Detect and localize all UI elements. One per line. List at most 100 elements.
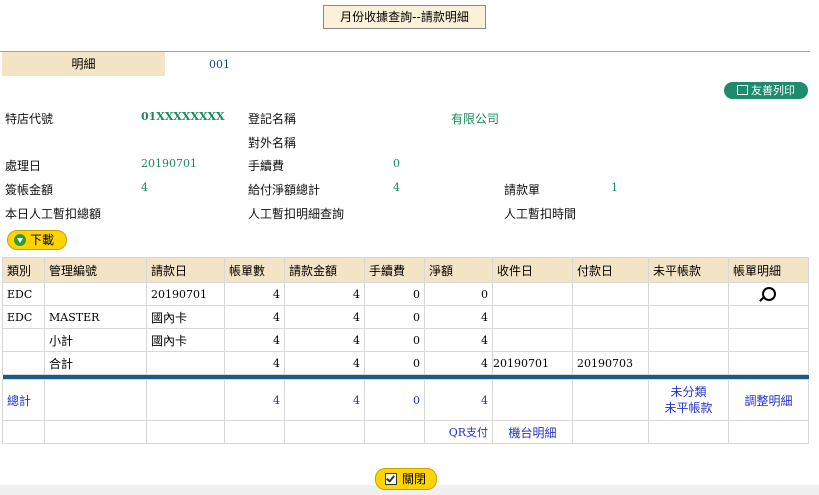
table-cell: 4 <box>284 282 365 306</box>
total-cell: 0 <box>364 379 425 421</box>
page-title: 月份收據查詢--請款明細 <box>323 5 486 29</box>
merchant-id-value: 01XXXXXXXX <box>141 110 225 123</box>
table-row: 小計 國內卡 4 4 0 4 <box>2 328 809 352</box>
table-cell <box>648 328 729 352</box>
checkbox-icon <box>385 473 397 485</box>
table-cell <box>492 328 573 352</box>
table-cell: 0 <box>364 305 425 329</box>
table-cell <box>648 282 729 306</box>
download-arrow-icon <box>14 234 26 246</box>
manual-deduct-query-label[interactable]: 人工暫扣明細查詢 <box>248 205 344 222</box>
total-cell: 4 <box>284 379 365 421</box>
table-cell: 合計 <box>44 351 147 375</box>
process-date-value: 20190701 <box>141 157 197 170</box>
table-cell: 4 <box>224 282 285 306</box>
table-cell <box>146 351 225 375</box>
manual-deduct-total-label: 本日人工暫扣總額 <box>5 207 102 221</box>
net-total-value: 4 <box>393 181 400 194</box>
net-total-label: 給付淨額總計 <box>248 183 321 197</box>
table-cell <box>648 305 729 329</box>
table-cell <box>728 351 809 375</box>
total-cell <box>572 379 649 421</box>
reg-name-label: 登記名稱 <box>248 112 297 126</box>
table-cell <box>2 351 45 375</box>
total-row: 總計 4 4 0 4 未分類 未平帳款 調整明細 <box>2 379 809 421</box>
print-button-label: 友善列印 <box>751 84 795 97</box>
table-cell <box>648 351 729 375</box>
table-cell <box>492 305 573 329</box>
total-cell <box>492 379 573 421</box>
table-header-row: 類別 管理編號 請款日 帳單數 請款金額 手續費 淨額 收件日 付款日 未平帳款… <box>2 257 809 283</box>
table-row: EDC MASTER 國內卡 4 4 0 4 <box>2 305 809 329</box>
process-date-label: 處理日 <box>5 159 42 173</box>
adjustment-detail-link[interactable]: 調整明細 <box>728 379 809 421</box>
table-cell <box>492 282 573 306</box>
table-cell <box>648 420 729 444</box>
col-header: 請款日 <box>146 257 225 283</box>
table-cell: 20190703 <box>572 351 649 375</box>
table-cell <box>572 328 649 352</box>
table-cell: EDC <box>2 282 45 306</box>
table-cell: 0 <box>424 282 493 306</box>
terminal-detail-link[interactable]: 機台明細 <box>492 420 573 444</box>
manual-deduct-time-label: 人工暫扣時間 <box>504 207 577 221</box>
table-cell <box>572 282 649 306</box>
table-cell <box>44 420 147 444</box>
printer-icon <box>737 85 748 95</box>
table-cell: 0 <box>364 282 425 306</box>
qr-payment-link[interactable]: QR支付 <box>424 420 493 444</box>
magnifier-icon[interactable] <box>761 286 776 301</box>
table-cell <box>44 282 147 306</box>
tab-001[interactable]: 001 <box>209 58 230 71</box>
table-cell <box>728 282 809 306</box>
table-cell: 4 <box>284 351 365 375</box>
table-cell: 4 <box>224 305 285 329</box>
table-cell: 4 <box>424 328 493 352</box>
table-cell <box>2 420 45 444</box>
close-button-label: 關閉 <box>402 472 427 486</box>
table-cell: MASTER <box>44 305 147 329</box>
col-header: 請款金額 <box>284 257 365 283</box>
table-cell <box>728 420 809 444</box>
total-cell: 總計 <box>2 379 45 421</box>
col-header: 手續費 <box>364 257 425 283</box>
table-cell: 4 <box>284 305 365 329</box>
fee-label: 手續費 <box>248 159 285 173</box>
tab-detail[interactable]: 明細 <box>2 52 165 76</box>
table-cell <box>728 305 809 329</box>
unclassified-link[interactable]: 未分類 未平帳款 <box>648 379 729 421</box>
merchant-id-label: 特店代號 <box>5 112 54 126</box>
statement-table: 類別 管理編號 請款日 帳單數 請款金額 手續費 淨額 收件日 付款日 未平帳款… <box>2 257 809 444</box>
total-cell <box>44 379 147 421</box>
download-button[interactable]: 下載 <box>7 230 67 250</box>
table-row: 合計 4 4 0 4 20190701 20190703 <box>2 351 809 375</box>
sign-amount-label: 簽帳金額 <box>5 183 54 197</box>
download-button-label: 下載 <box>30 233 55 247</box>
request-form-label: 請款單 <box>504 183 541 197</box>
print-button[interactable]: 友善列印 <box>724 82 808 99</box>
table-cell: 4 <box>424 305 493 329</box>
table-cell <box>572 305 649 329</box>
table-cell: 0 <box>364 328 425 352</box>
fee-value: 0 <box>393 157 400 170</box>
table-cell: 0 <box>364 351 425 375</box>
table-cell: 國內卡 <box>146 328 225 352</box>
col-header: 付款日 <box>572 257 649 283</box>
col-header: 未平帳款 <box>648 257 729 283</box>
request-form-value: 1 <box>611 181 618 194</box>
reg-name-value: 有限公司 <box>451 112 500 126</box>
close-button[interactable]: 關閉 <box>375 468 437 490</box>
table-cell: 20190701 <box>146 282 225 306</box>
table-cell: 國內卡 <box>146 305 225 329</box>
table-row: EDC 20190701 4 4 0 0 <box>2 282 809 306</box>
col-header: 收件日 <box>492 257 573 283</box>
table-cell <box>728 328 809 352</box>
table-cell <box>146 420 225 444</box>
ext-name-label: 對外名稱 <box>248 136 297 150</box>
table-cell: 4 <box>224 328 285 352</box>
total-cell <box>146 379 225 421</box>
col-header: 淨額 <box>424 257 493 283</box>
col-header: 管理編號 <box>44 257 147 283</box>
total-cell: 4 <box>224 379 285 421</box>
table-cell: 4 <box>224 351 285 375</box>
